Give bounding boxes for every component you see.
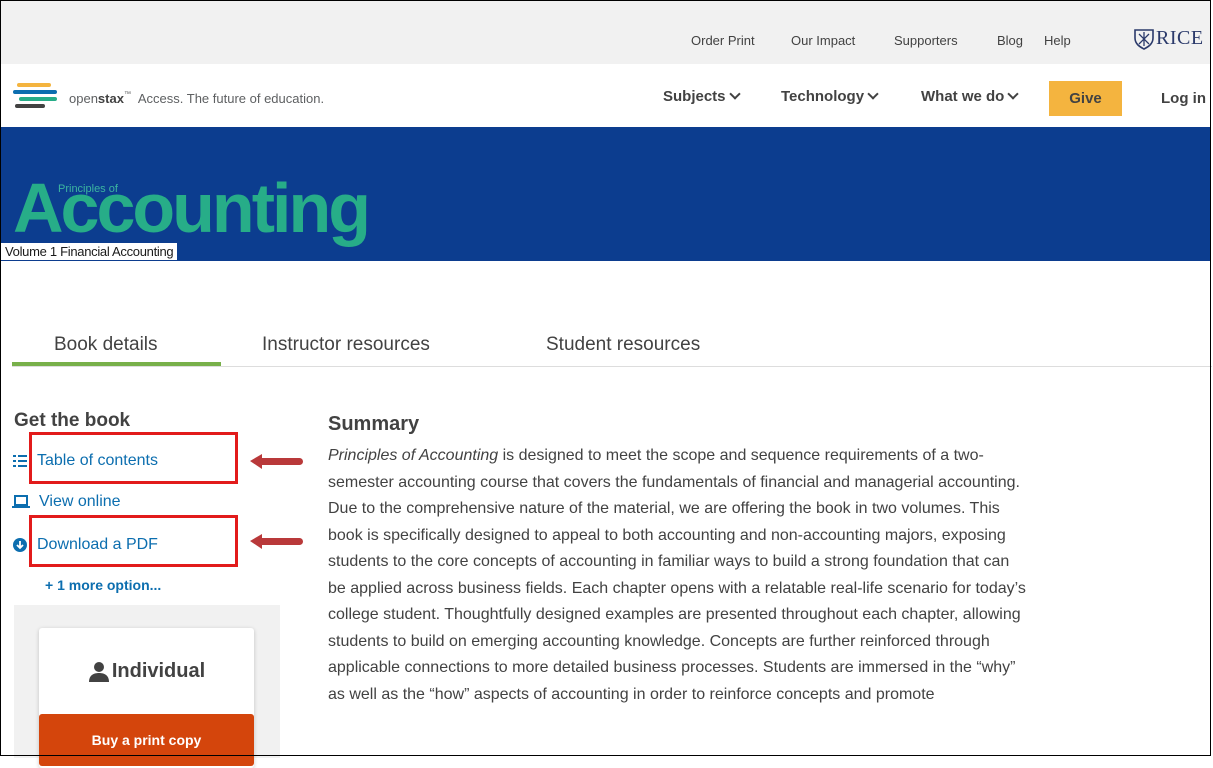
book-title-prefix: Principles of [58, 183, 118, 195]
view-online-link[interactable]: View online [12, 493, 121, 511]
brand-name-light: open [69, 91, 98, 106]
nav-subjects[interactable]: Subjects [663, 88, 741, 105]
toc-highlight-box [29, 432, 238, 484]
summary-line: applicable connections to more detailed … [328, 659, 1016, 676]
tab-book-details[interactable]: Book details [54, 334, 158, 356]
summary-line: semester accounting course that covers t… [328, 473, 1020, 491]
buy-print-copy-button[interactable]: Buy a print copy [39, 714, 254, 766]
purchase-panel: Individual Buy a print copy [14, 605, 280, 768]
summary-line: students to the core concepts of account… [328, 553, 1010, 570]
user-icon [88, 661, 109, 682]
book-tabs: Book details Instructor resources Studen… [12, 330, 1212, 367]
nav-what-we-do-label: What we do [921, 88, 1005, 105]
rice-logo[interactable]: RICE [1134, 27, 1204, 50]
tab-instructor-resources[interactable]: Instructor resources [262, 334, 430, 356]
book-hero: Accounting Principles of Volume 1 Financ… [1, 127, 1211, 261]
summary-line: Principles of Accounting is designed to … [328, 443, 1208, 470]
summary-book-title: Principles of Accounting [328, 447, 499, 464]
summary-line: students to build on emerging accounting… [328, 632, 990, 650]
openstax-logo-icon[interactable] [13, 83, 59, 109]
more-options-link[interactable]: + 1 more option... [45, 577, 161, 593]
summary-body: Principles of Accounting is designed to … [328, 443, 1208, 708]
give-button[interactable]: Give [1049, 81, 1122, 116]
individual-card: Individual Buy a print copy [39, 628, 254, 768]
order-print-link[interactable]: Order Print [691, 33, 755, 48]
blog-link[interactable]: Blog [997, 33, 1023, 48]
login-link[interactable]: Log in [1161, 90, 1206, 107]
summary-line: Due to the comprehensive nature of the m… [328, 500, 1000, 517]
main-nav: openstax™ Access. The future of educatio… [1, 64, 1211, 127]
pdf-highlight-box [29, 515, 238, 567]
chevron-down-icon [728, 88, 741, 100]
help-link[interactable]: Help [1044, 33, 1071, 48]
summary-heading: Summary [328, 413, 420, 435]
our-impact-link[interactable]: Our Impact [791, 33, 855, 48]
individual-label: Individual [111, 660, 206, 682]
individual-card-title: Individual [39, 660, 254, 683]
summary-line: be applied across business fields. Each … [328, 579, 1026, 597]
summary-line: book is specifically designed to appeal … [328, 526, 1006, 544]
get-the-book-heading: Get the book [14, 410, 131, 431]
toc-arrow-icon [250, 454, 303, 469]
rice-wordmark: RICE [1156, 27, 1204, 49]
nav-what-we-do[interactable]: What we do [921, 88, 1019, 105]
chevron-down-icon [1007, 88, 1019, 100]
supporters-link[interactable]: Supporters [894, 33, 958, 48]
trademark: ™ [123, 91, 131, 98]
summary-line: college student. Thoughtfully designed e… [328, 606, 1021, 623]
cloud-download-icon [13, 538, 27, 552]
utility-nav: Order Print Our Impact Supporters Blog H… [1, 1, 1211, 64]
brand[interactable]: openstax™ Access. The future of educatio… [69, 91, 324, 106]
nav-subjects-label: Subjects [663, 88, 726, 105]
rice-shield-icon [1134, 28, 1154, 50]
view-online-label: View online [39, 493, 121, 510]
tagline: Access. The future of education. [137, 91, 325, 106]
nav-technology-label: Technology [781, 88, 865, 105]
summary-line: as well as the “how” aspects of accounti… [328, 685, 935, 703]
chevron-down-icon [867, 88, 879, 100]
active-tab-indicator [12, 362, 221, 366]
tab-student-resources[interactable]: Student resources [546, 334, 700, 356]
list-icon [13, 455, 27, 467]
pdf-arrow-icon [250, 534, 303, 549]
brand-name-bold: stax [97, 91, 124, 106]
summary-first-line: is designed to meet the scope and sequen… [498, 447, 984, 464]
nav-technology[interactable]: Technology [781, 88, 879, 105]
laptop-icon [12, 495, 30, 508]
book-volume: Volume 1 Financial Accounting [1, 243, 178, 260]
